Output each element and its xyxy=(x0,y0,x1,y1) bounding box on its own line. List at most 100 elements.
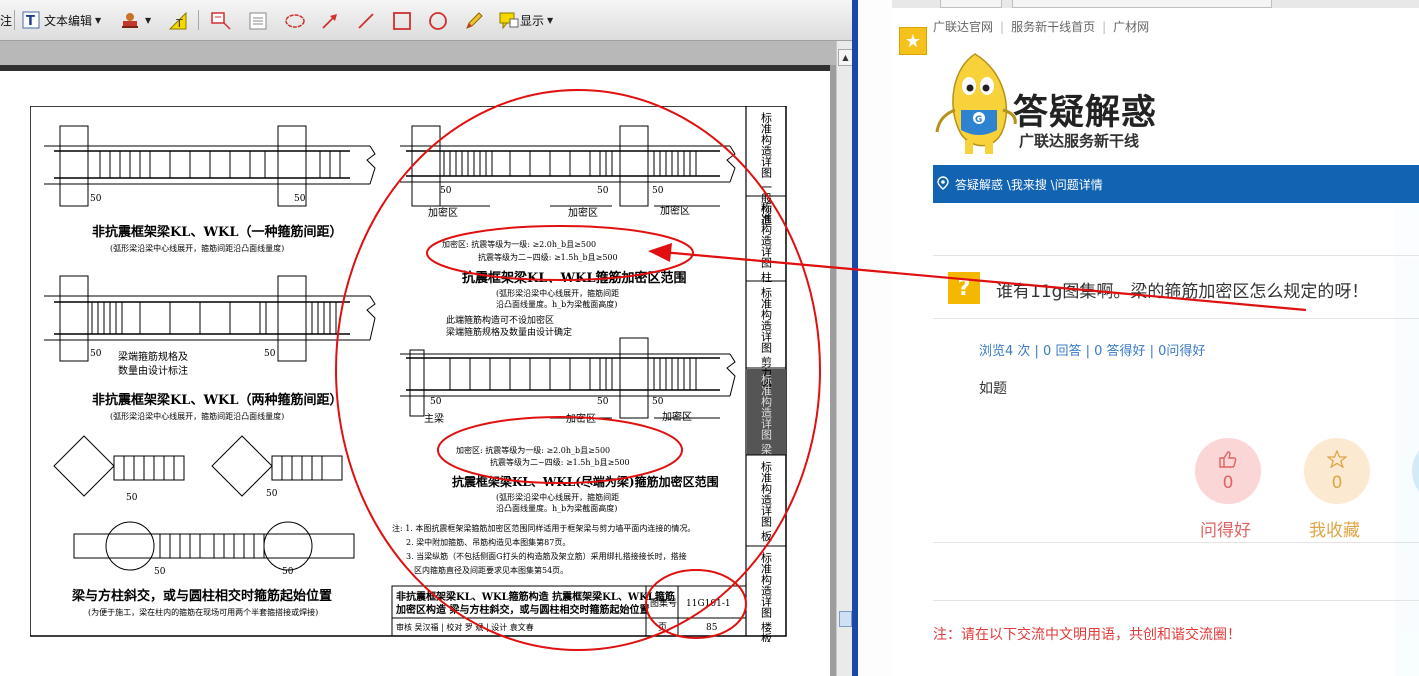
dense-zone-label: 加密区 xyxy=(660,204,690,217)
general-note-1: 注: 1. 本图抗震框架梁箍筋加密区范围同样适用于框架梁与剪力墙平面内连接的情况… xyxy=(392,523,695,533)
atlas-label: 图集号 xyxy=(650,597,677,609)
page-number: 85 xyxy=(706,623,718,633)
dim-label: 50 xyxy=(266,489,278,499)
question-title: 谁有11g图集啊。梁的箍筋加密区怎么规定的呀！ xyxy=(996,282,1369,302)
svg-text:T: T xyxy=(175,17,183,30)
brand-subtitle: 广联达服务新干线 xyxy=(1019,132,1140,150)
comment-display-icon xyxy=(498,11,519,30)
diagram-title-4: 抗震框架梁KL、WKL箍筋加密区范围 xyxy=(462,270,686,286)
dense-rule-2a: 加密区: 抗震等级为一级: ≥2.0h_b且≥500 xyxy=(456,445,610,455)
favorite-label: 我收藏 xyxy=(1309,521,1360,541)
favorite-button[interactable]: 0 xyxy=(1304,438,1370,504)
ellipse-tool[interactable] xyxy=(428,8,450,32)
display-label: 显示 xyxy=(520,13,545,28)
dropdown-arrow-icon: ▼ xyxy=(95,15,102,25)
stamp-button[interactable]: ▼ xyxy=(120,8,151,32)
dense-rule-1a: 加密区: 抗震等级为一级: ≥2.0h_b且≥500 xyxy=(442,239,596,249)
diagram-title-2: 非抗震框架梁KL、WKL（两种箍筋间距） xyxy=(92,392,342,408)
dim-label: 50 xyxy=(440,186,452,196)
display-button[interactable]: 显示 ▼ xyxy=(498,8,553,32)
arrow-tool[interactable] xyxy=(320,8,342,32)
general-note-3: 3. 当梁纵筋（不包括侧面G打头的构造筋及架立筋）采用绑扎搭接接长时，搭接 xyxy=(406,551,687,561)
general-note-4: 区内箍筋直径及间距要求见本图集第54页。 xyxy=(414,565,568,575)
nav-link-service-home[interactable]: 服务新干线首页 xyxy=(1011,20,1095,34)
callout-tool[interactable] xyxy=(210,8,232,32)
callout-icon xyxy=(210,11,231,30)
good-question-button[interactable]: 0 xyxy=(1195,438,1261,504)
favorites-star-icon[interactable]: ★ xyxy=(899,27,927,55)
pencil-tool[interactable] xyxy=(464,8,486,32)
dim-label: 50 xyxy=(154,567,166,577)
line-tool[interactable] xyxy=(356,8,378,32)
diagram-note-4a: (弧形梁沿梁中心线展开，箍筋间距 xyxy=(496,288,619,298)
dim-label: 50 xyxy=(597,397,609,407)
dense-zone-label: 加密区 xyxy=(428,206,458,219)
arrow-icon xyxy=(320,11,338,29)
diagram-title-3: 梁与方柱斜交，或与圆柱相交时箍筋起始位置 xyxy=(71,588,332,604)
vertical-scrollbar[interactable]: ▲ xyxy=(836,41,852,676)
main-beam-label: 主梁 xyxy=(424,412,444,425)
browser-tab[interactable] xyxy=(940,0,1002,8)
page-gap xyxy=(0,41,836,65)
side-tab-6: 标准构造详图 楼板相关构造 xyxy=(760,551,773,642)
dim-label: 50 xyxy=(90,194,102,204)
dim-label: 50 xyxy=(264,349,276,359)
diagram-title-1: 非抗震框架梁KL、WKL（一种箍筋间距） xyxy=(92,224,342,240)
dim-label: 50 xyxy=(652,186,664,196)
nav-separator: | xyxy=(1000,20,1005,34)
dense-rule-1b: 抗震等级为二~四级: ≥1.5h_b且≥500 xyxy=(478,252,618,262)
side-tab-4: 标准构造详图 梁 xyxy=(760,373,773,455)
top-nav: 广联达官网 | 服务新干线首页 | 广材网 xyxy=(933,18,1149,35)
divider xyxy=(933,542,1419,543)
diagram-title-5: 抗震框架梁KL、WKL(尽端为梁)箍筋加密区范围 xyxy=(452,474,719,489)
diagram-note-2: (弧形梁沿梁中心线展开，箍筋间距沿凸面线量度) xyxy=(110,411,284,421)
site-logo[interactable]: G 答疑解惑 广联达服务新干线 xyxy=(933,48,1419,162)
dense-rule-2b: 抗震等级为二~四级: ≥1.5h_b且≥500 xyxy=(490,457,630,467)
breadcrumb-path[interactable]: 答疑解惑 \我来搜 \问题详情 xyxy=(955,176,1103,193)
thumbs-up-icon xyxy=(1218,450,1238,471)
diagram-note-3: (为便于施工，梁在柱内的箍筋在现场可用两个半套箍搭接或焊接) xyxy=(88,607,318,617)
mascot-icon: G xyxy=(935,53,1017,154)
text-edit-icon: T xyxy=(22,11,40,29)
structural-drawing: 标准构造详图 一般构造 标准构造详图 柱 标准构造详图 剪力墙 标准构造详图 梁… xyxy=(30,106,787,642)
divider xyxy=(933,600,1419,601)
question-body: 如题 xyxy=(979,381,1007,397)
dense-zone-label: 加密区 xyxy=(568,206,598,219)
sticky-note-icon: T xyxy=(168,11,187,30)
general-note-2: 2. 梁中附加箍筋、吊筋构造见本图集第87页。 xyxy=(406,537,570,547)
annotation-toolbar: 注 T 文本编辑 ▼ ▼ T 显示 ▼ xyxy=(0,0,852,41)
toolbar-separator xyxy=(14,10,15,30)
good-question-label: 问得好 xyxy=(1200,521,1251,541)
toolbar-fragment[interactable]: 注 xyxy=(0,8,12,32)
diagram-note-1: (弧形梁沿梁中心线展开，箍筋间距沿凸面线量度) xyxy=(110,243,284,253)
scroll-thumb[interactable] xyxy=(839,611,852,627)
browser-tab[interactable] xyxy=(1012,0,1272,8)
cloud-icon xyxy=(284,11,305,29)
text-edit-button[interactable]: T 文本编辑 ▼ xyxy=(22,8,101,32)
nav-link-glodon[interactable]: 广联达官网 xyxy=(933,20,993,34)
scroll-up-icon[interactable]: ▲ xyxy=(838,49,852,66)
toolbar-fragment-label: 注 xyxy=(0,13,13,28)
dim-label: 50 xyxy=(282,567,294,577)
browser-sidebar xyxy=(858,0,893,676)
line-icon xyxy=(356,11,374,29)
dim-label: 50 xyxy=(597,186,609,196)
title-block-line-2: 加密区构造 梁与方柱斜交，或与圆柱相交时箍筋起始位置 xyxy=(395,603,649,616)
dim-label: 50 xyxy=(126,493,138,503)
dense-zone-label: 加密区 xyxy=(662,410,692,423)
dim-label: 50 xyxy=(294,194,306,204)
dim-label: 50 xyxy=(90,349,102,359)
dim-label: 50 xyxy=(652,397,664,407)
note-button[interactable]: T xyxy=(168,8,190,32)
location-pin-icon xyxy=(937,175,949,193)
rectangle-tool[interactable] xyxy=(392,8,414,32)
nav-link-material-site[interactable]: 广材网 xyxy=(1113,20,1149,34)
diagram-note-5a: (弧形梁沿梁中心线展开，箍筋间距 xyxy=(496,492,619,502)
text-edit-label: 文本编辑 xyxy=(44,13,93,28)
nav-separator: | xyxy=(1102,20,1107,34)
diagram-note-5b: 沿凸面线量度。h_b为梁截面高度) xyxy=(496,503,617,513)
question-stats: 浏览4 次 | 0 回答 | 0 答得好 | 0问得好 xyxy=(979,344,1206,359)
cloud-tool[interactable] xyxy=(284,8,306,32)
stamp-icon xyxy=(120,11,138,29)
textbox-tool[interactable] xyxy=(248,8,270,32)
